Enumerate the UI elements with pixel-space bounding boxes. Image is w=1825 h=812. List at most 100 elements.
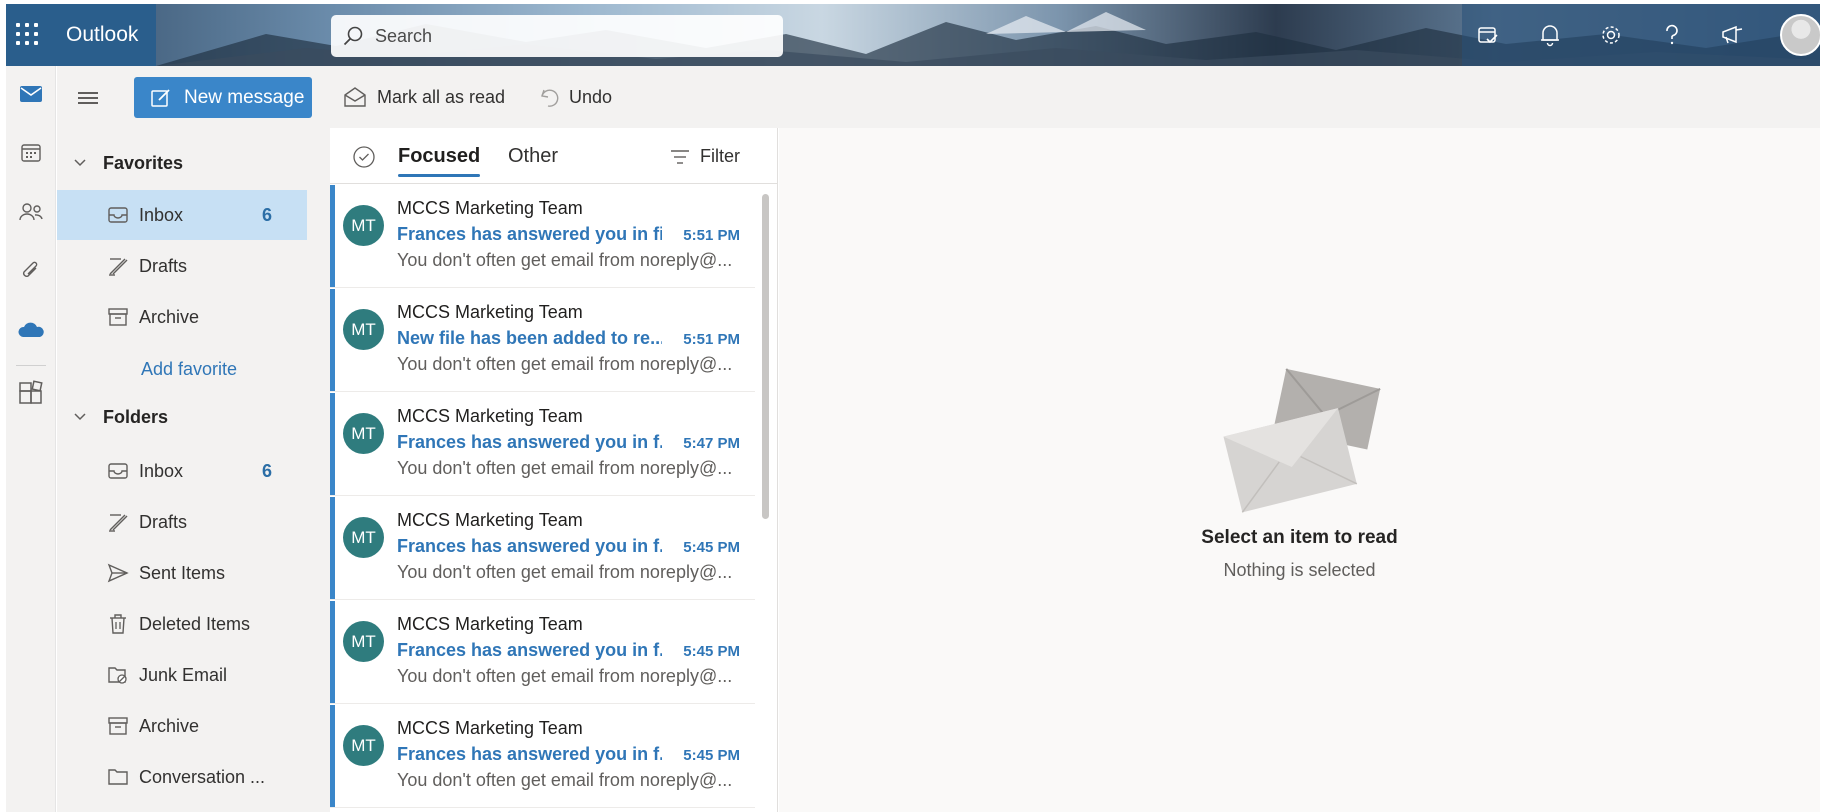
office-apps-icon[interactable]	[15, 377, 47, 409]
message-subject: Frances has answered you in f...	[397, 640, 662, 660]
envelopes-illustration	[1223, 368, 1381, 513]
message-time: 5:51 PM	[683, 227, 740, 244]
tab-other[interactable]: Other	[508, 145, 558, 168]
message-list: Focused Other Filter MT MCCS Marketing T…	[330, 128, 778, 812]
message-preview: You don't often get email from noreply@.…	[397, 666, 733, 686]
message-list-header: Focused Other Filter	[330, 128, 778, 184]
favorite-item-inbox[interactable]: Inbox 6	[57, 190, 307, 240]
add-favorite-link[interactable]: Add favorite	[141, 359, 237, 380]
message-row[interactable]: MT MCCS Marketing Team Frances has answe…	[330, 705, 755, 808]
folder-item-archive[interactable]: Archive	[57, 701, 307, 751]
profile-avatar[interactable]	[1780, 14, 1820, 56]
message-subject: Frances has answered you in f...	[397, 536, 662, 556]
folder-item-inbox[interactable]: Inbox 6	[57, 446, 307, 496]
message-subject: Frances has answered you in f...	[397, 432, 662, 452]
search-input[interactable]	[375, 25, 783, 47]
avatar: MT	[343, 725, 384, 766]
message-preview: You don't often get email from noreply@.…	[397, 770, 733, 790]
trash-icon	[107, 613, 129, 635]
message-row[interactable]: MT MCCS Marketing Team Frances has answe…	[330, 497, 755, 600]
top-header: Outlook	[6, 4, 1820, 66]
search-box[interactable]	[331, 15, 783, 57]
filter-icon	[670, 149, 690, 165]
avatar: MT	[343, 309, 384, 350]
bell-icon[interactable]	[1534, 19, 1566, 51]
message-row[interactable]: MT MCCS Marketing Team Frances has answe…	[330, 393, 755, 496]
message-time: 5:51 PM	[683, 331, 740, 348]
chevron-down-icon	[73, 158, 87, 168]
message-preview: You don't often get email from noreply@.…	[397, 250, 733, 270]
message-time: 5:47 PM	[683, 435, 740, 452]
pencil-icon	[107, 255, 129, 277]
mark-all-read-button[interactable]: Mark all as read	[343, 82, 505, 112]
undo-button[interactable]: Undo	[539, 82, 612, 112]
reading-pane: Select an item to read Nothing is select…	[779, 128, 1820, 812]
folder-icon	[107, 767, 129, 787]
folder-item-sent[interactable]: Sent Items	[57, 548, 307, 598]
waffle-icon[interactable]	[14, 21, 42, 49]
select-all-icon[interactable]	[352, 145, 376, 174]
filter-button[interactable]: Filter	[670, 146, 740, 167]
message-time: 5:45 PM	[683, 539, 740, 556]
mark-all-read-label: Mark all as read	[377, 86, 506, 107]
message-list-scrollbar[interactable]	[762, 194, 769, 519]
hamburger-menu-icon[interactable]	[74, 86, 104, 110]
mail-icon[interactable]	[15, 78, 47, 110]
unread-count: 6	[261, 460, 272, 481]
message-row[interactable]: MT MCCS Marketing Team Frances has answe…	[330, 185, 755, 288]
gear-icon[interactable]	[1595, 19, 1627, 51]
avatar: MT	[343, 205, 384, 246]
message-row[interactable]: MT MCCS Marketing Team New file has been…	[330, 289, 755, 392]
search-icon	[331, 25, 375, 47]
message-subject: New file has been added to re...	[397, 328, 662, 348]
folder-label: Deleted Items	[139, 613, 251, 634]
message-sender: MCCS Marketing Team	[397, 718, 583, 738]
chevron-down-icon	[73, 412, 87, 422]
folder-item-drafts[interactable]: Drafts	[57, 497, 307, 547]
compose-icon	[150, 87, 172, 109]
message-sender: MCCS Marketing Team	[397, 406, 583, 426]
tab-focused[interactable]: Focused	[398, 145, 481, 177]
empty-state-subtitle: Nothing is selected	[1223, 560, 1376, 580]
attach-icon[interactable]	[15, 255, 47, 287]
message-sender: MCCS Marketing Team	[397, 510, 583, 530]
unread-count: 6	[261, 204, 272, 225]
app-name[interactable]: Outlook	[66, 23, 138, 47]
favorites-header[interactable]: Favorites	[73, 149, 183, 177]
avatar: MT	[343, 621, 384, 662]
message-preview: You don't often get email from noreply@.…	[397, 354, 733, 374]
open-envelope-icon	[343, 86, 367, 108]
my-day-icon[interactable]	[1472, 19, 1504, 51]
send-icon	[107, 563, 129, 583]
undo-icon	[539, 86, 559, 108]
folders-header[interactable]: Folders	[73, 403, 168, 431]
folder-item-deleted[interactable]: Deleted Items	[57, 599, 307, 649]
new-message-label: New message	[184, 86, 305, 108]
folder-label: Inbox	[139, 204, 184, 225]
message-sender: MCCS Marketing Team	[397, 302, 583, 322]
favorite-item-drafts[interactable]: Drafts	[57, 241, 307, 291]
header-actions	[1462, 4, 1820, 66]
folder-label: Drafts	[139, 511, 188, 532]
message-sender: MCCS Marketing Team	[397, 198, 583, 218]
folder-item-junk[interactable]: Junk Email	[57, 650, 307, 700]
message-preview: You don't often get email from noreply@.…	[397, 562, 733, 582]
calendar-icon[interactable]	[15, 137, 47, 169]
inbox-icon	[107, 205, 129, 225]
favorite-item-archive[interactable]: Archive	[57, 292, 307, 342]
help-icon[interactable]	[1656, 19, 1688, 51]
feedback-icon[interactable]	[1717, 19, 1749, 51]
message-row[interactable]: MT MCCS Marketing Team Frances has answe…	[330, 601, 755, 704]
new-message-button[interactable]: New message	[134, 77, 312, 118]
folder-item-conversation[interactable]: Conversation ...	[57, 752, 307, 802]
people-icon[interactable]	[15, 196, 47, 228]
favorites-title: Favorites	[103, 152, 184, 173]
message-preview: You don't often get email from noreply@.…	[397, 458, 733, 478]
message-subject: Frances has answered you in fi...	[397, 224, 662, 244]
app-rail	[6, 66, 56, 812]
filter-label: Filter	[700, 146, 740, 166]
onedrive-icon[interactable]	[15, 314, 47, 346]
archive-icon	[107, 307, 129, 327]
junk-icon	[107, 664, 129, 686]
avatar: MT	[343, 517, 384, 558]
